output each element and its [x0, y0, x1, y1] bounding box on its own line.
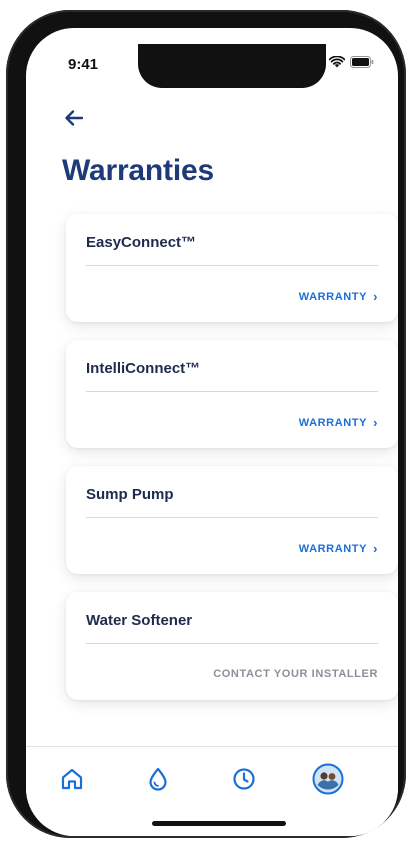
- device-notch: [138, 44, 326, 88]
- chevron-right-icon: ›: [373, 541, 378, 556]
- warranty-link-label: WARRANTY: [298, 416, 368, 429]
- warranty-card: IntelliConnect™ WARRANTY ›: [66, 340, 398, 448]
- product-name: IntelliConnect™: [86, 360, 201, 377]
- contact-installer-label: CONTACT YOUR INSTALLER: [213, 668, 378, 680]
- app-screen: 9:41 Warranties EasyConnect™ WARRANTY › …: [26, 28, 398, 836]
- warranty-card: Water Softener CONTACT YOUR INSTALLER: [66, 592, 398, 700]
- back-button[interactable]: [62, 106, 90, 130]
- warranty-link-label: WARRANTY: [298, 290, 368, 303]
- chevron-right-icon: ›: [373, 289, 378, 304]
- warranty-link[interactable]: WARRANTY ›: [299, 416, 378, 429]
- arrow-left-icon: [65, 110, 84, 126]
- card-divider: [86, 643, 378, 644]
- bottom-tab-bar: [26, 746, 398, 836]
- home-icon: [61, 768, 83, 790]
- warranty-card: EasyConnect™ WARRANTY ›: [66, 214, 398, 322]
- warranty-card: Sump Pump WARRANTY ›: [66, 466, 398, 574]
- card-divider: [86, 391, 378, 392]
- home-indicator: [152, 821, 286, 826]
- warranty-link[interactable]: WARRANTY ›: [299, 290, 378, 303]
- contact-installer-text: CONTACT YOUR INSTALLER: [213, 668, 378, 680]
- water-drop-icon: [149, 767, 167, 791]
- tab-history[interactable]: [226, 761, 262, 797]
- chevron-right-icon: ›: [373, 415, 378, 430]
- warranty-link-label: WARRANTY: [298, 542, 368, 555]
- battery-icon: [350, 56, 374, 68]
- card-divider: [86, 265, 378, 266]
- phone-frame: 9:41 Warranties EasyConnect™ WARRANTY › …: [6, 10, 406, 838]
- product-name: EasyConnect™: [86, 234, 197, 251]
- page-title: Warranties: [62, 154, 214, 187]
- tab-water[interactable]: [140, 761, 176, 797]
- card-divider: [86, 517, 378, 518]
- wifi-icon: [329, 56, 345, 68]
- tab-profile[interactable]: [310, 761, 346, 797]
- tab-home[interactable]: [54, 761, 90, 797]
- product-name: Sump Pump: [86, 486, 174, 503]
- avatar: [312, 763, 344, 795]
- warranty-link[interactable]: WARRANTY ›: [299, 542, 378, 555]
- product-name: Water Softener: [86, 612, 193, 629]
- status-time: 9:41: [68, 56, 99, 73]
- clock-icon: [233, 768, 255, 790]
